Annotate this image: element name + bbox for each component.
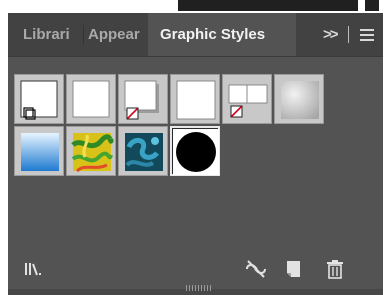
graphic-style-teal-pattern[interactable]: [118, 126, 168, 176]
tab-libraries[interactable]: Librari: [23, 13, 81, 56]
delete-icon[interactable]: [326, 259, 344, 284]
graphic-style-shadow-none[interactable]: [118, 74, 168, 124]
collapse-panel-button[interactable]: >>: [323, 13, 338, 56]
graphic-style-yellow-green-pattern[interactable]: [66, 126, 116, 176]
panel-bottom-toolbar: [8, 249, 383, 289]
top-dark-bar-right: [365, 0, 379, 11]
graphic-style-white[interactable]: [66, 74, 116, 124]
graphic-styles-panel: Librari Appear Graphic Styles >>: [8, 13, 383, 289]
resize-grip-icon[interactable]: [186, 285, 212, 291]
graphic-style-blue-gradient[interactable]: [14, 126, 64, 176]
graphic-styles-libraries-icon[interactable]: [24, 261, 52, 282]
graphic-style-double-box-none[interactable]: [222, 74, 272, 124]
graphic-styles-grid: [8, 57, 383, 247]
panel-tab-bar: Librari Appear Graphic Styles >>: [8, 13, 383, 57]
hamburger-icon[interactable]: [360, 13, 376, 56]
graphic-style-default[interactable]: [14, 74, 64, 124]
new-graphic-style-icon[interactable]: [286, 260, 302, 283]
window-top-strip: [0, 0, 385, 13]
tab-appearance[interactable]: Appear: [88, 13, 146, 56]
break-link-icon[interactable]: [244, 259, 268, 284]
graphic-style-white-shadow[interactable]: [170, 74, 220, 124]
graphic-style-black-circle[interactable]: [170, 126, 220, 176]
top-dark-bar: [178, 0, 358, 11]
tab-divider: [83, 25, 84, 45]
control-divider: [348, 26, 349, 43]
graphic-style-gray-gradient[interactable]: [274, 74, 324, 124]
tab-graphic-styles[interactable]: Graphic Styles: [148, 13, 296, 56]
